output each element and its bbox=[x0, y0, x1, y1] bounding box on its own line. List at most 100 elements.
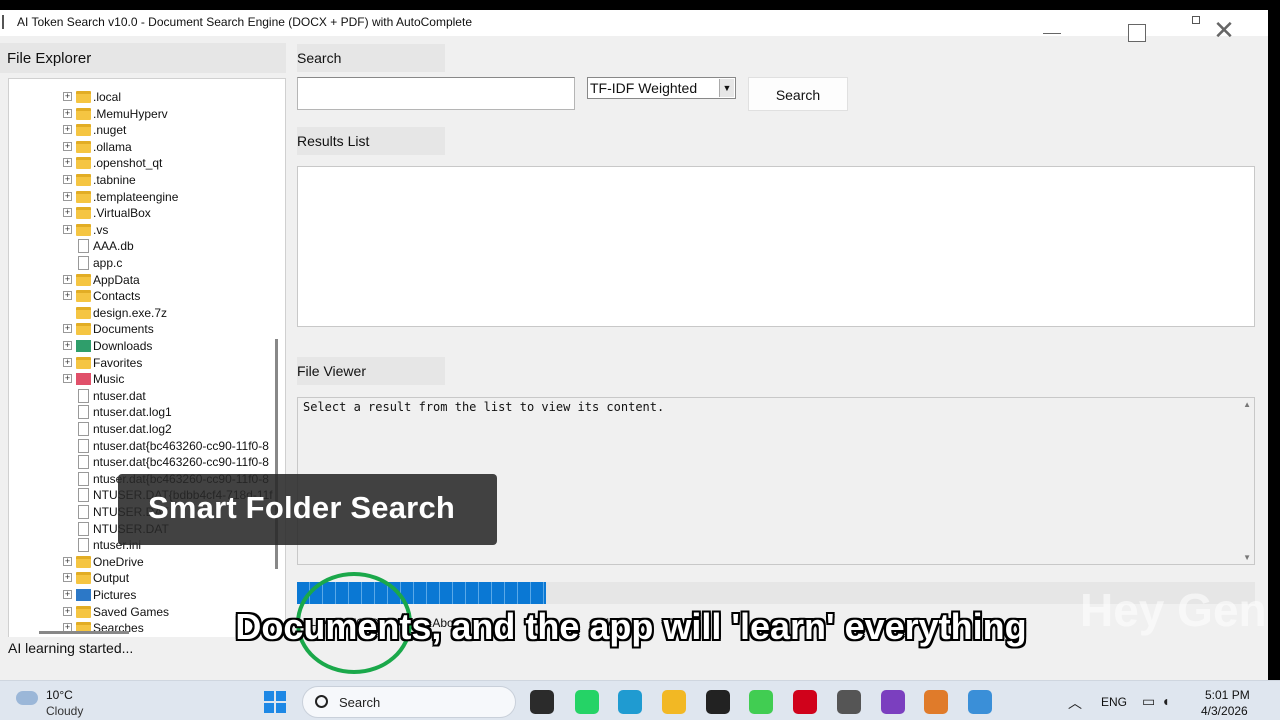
taskbar-app-edge-icon[interactable] bbox=[618, 690, 642, 714]
window-title: AI Token Search v10.0 - Document Search … bbox=[17, 15, 472, 29]
language-indicator[interactable]: ENG bbox=[1101, 695, 1127, 709]
expand-icon[interactable]: + bbox=[63, 191, 72, 201]
taskbar-app-tool-app-icon[interactable] bbox=[837, 690, 861, 714]
documents-folder-icon bbox=[76, 323, 91, 336]
tree-item[interactable]: + .openshot_qt bbox=[9, 155, 279, 172]
minimize-button[interactable] bbox=[1028, 10, 1076, 50]
windows-logo-tile bbox=[264, 703, 274, 713]
tree-item[interactable]: design.exe.7z bbox=[9, 305, 279, 322]
tray-icons[interactable]: ▭◖ bbox=[1142, 693, 1176, 710]
folder-icon bbox=[76, 107, 91, 120]
expand-icon[interactable]: + bbox=[63, 208, 72, 218]
expand-icon[interactable]: + bbox=[63, 357, 72, 367]
tree-item[interactable]: + Documents bbox=[9, 321, 279, 338]
file-tree[interactable]: + .local + .MemuHyperv + .nuget + .ollama + .open… bbox=[8, 78, 286, 640]
results-list[interactable] bbox=[297, 166, 1255, 327]
tree-item[interactable]: ntuser.dat.log2 bbox=[9, 421, 279, 438]
weather-temperature[interactable]: 10°C bbox=[46, 688, 73, 702]
clock-date[interactable]: 4/3/2026 bbox=[1201, 704, 1248, 718]
cloud-icon[interactable] bbox=[16, 691, 38, 705]
taskbar-app-qt-creator-icon[interactable] bbox=[749, 690, 773, 714]
search-icon bbox=[315, 695, 328, 708]
screen: AI Token Search v10.0 - Document Search … bbox=[0, 0, 1280, 720]
tree-item-label: ntuser.dat bbox=[93, 388, 146, 403]
taskbar-app-obs-icon[interactable] bbox=[706, 690, 730, 714]
expand-icon[interactable]: + bbox=[63, 224, 72, 234]
tree-item[interactable]: + Music bbox=[9, 371, 279, 388]
maximize-button[interactable] bbox=[1113, 10, 1161, 50]
tree-item[interactable]: + .ollama bbox=[9, 139, 279, 156]
tree-item[interactable]: + Favorites bbox=[9, 355, 279, 372]
search-label: Search bbox=[297, 44, 445, 72]
tree-item[interactable]: + .nuget bbox=[9, 122, 279, 139]
tree-item[interactable]: ntuser.dat{bc463260-cc90-11f0-8 bbox=[9, 438, 279, 455]
taskbar-search-box[interactable]: Search bbox=[302, 686, 516, 718]
tree-item[interactable]: + .VirtualBox bbox=[9, 205, 279, 222]
expand-icon[interactable]: + bbox=[63, 92, 72, 101]
scroll-up-icon[interactable]: ▲ bbox=[1243, 400, 1251, 409]
tree-item[interactable]: + .tabnine bbox=[9, 172, 279, 189]
tree-item-label: .ollama bbox=[93, 139, 132, 154]
taskbar-app-settings-app-icon[interactable] bbox=[968, 690, 992, 714]
tree-item[interactable]: app.c bbox=[9, 255, 279, 272]
tree-item[interactable]: ntuser.dat{bc463260-cc90-11f0-8 bbox=[9, 454, 279, 471]
expand-icon[interactable]: + bbox=[63, 324, 72, 334]
tree-item[interactable]: + Pictures bbox=[9, 587, 279, 604]
tree-item-label: ntuser.dat.log1 bbox=[93, 405, 172, 420]
tree-item-label: Documents bbox=[93, 322, 154, 337]
scroll-down-icon[interactable]: ▼ bbox=[1243, 553, 1251, 562]
tree-item[interactable]: + .templateengine bbox=[9, 189, 279, 206]
tree-item[interactable]: ntuser.dat.log1 bbox=[9, 404, 279, 421]
folder-icon bbox=[76, 174, 91, 186]
file-icon bbox=[78, 455, 89, 470]
expand-icon[interactable]: + bbox=[63, 291, 72, 301]
close-button[interactable]: ✕ bbox=[1200, 10, 1248, 50]
search-button[interactable]: Search bbox=[748, 77, 848, 111]
top-letterbox bbox=[0, 0, 1280, 10]
tree-item[interactable]: + .local bbox=[9, 89, 279, 106]
expand-icon[interactable]: + bbox=[63, 573, 72, 583]
tree-item-label: Output bbox=[93, 571, 130, 586]
expand-icon[interactable]: + bbox=[63, 556, 72, 566]
expand-icon[interactable]: + bbox=[63, 590, 72, 599]
taskbar-app-recorder-icon[interactable] bbox=[793, 690, 817, 714]
folder-icon bbox=[76, 207, 91, 220]
tree-item[interactable]: + OneDrive bbox=[9, 554, 279, 571]
app-window: AI Token Search v10.0 - Document Search … bbox=[0, 10, 1268, 680]
tree-item[interactable]: + .vs bbox=[9, 222, 279, 239]
tree-item[interactable]: + Contacts bbox=[9, 288, 279, 305]
tree-item-label: ntuser.dat{bc463260-cc90-11f0-8 bbox=[93, 455, 269, 470]
chevron-up-icon[interactable]: ︿ bbox=[1068, 693, 1082, 713]
expand-icon[interactable]: + bbox=[63, 341, 72, 350]
tree-item[interactable]: AAA.db bbox=[9, 238, 279, 255]
taskbar-app-whatsapp-icon[interactable] bbox=[575, 690, 599, 714]
weather-description[interactable]: Cloudy bbox=[46, 704, 83, 718]
taskbar-app-file-viewer-app-icon[interactable] bbox=[530, 690, 554, 714]
expand-icon[interactable]: + bbox=[63, 175, 72, 184]
chevron-down-icon[interactable]: ▼ bbox=[719, 79, 734, 97]
taskbar: 10°C Cloudy Search ︿ ENG ▭◖ 5:01 PM 4/3/… bbox=[0, 680, 1280, 720]
expand-icon[interactable]: + bbox=[63, 141, 72, 151]
search-input[interactable] bbox=[297, 77, 575, 110]
file-icon bbox=[78, 521, 89, 536]
taskbar-app-visual-studio-icon[interactable] bbox=[881, 690, 905, 714]
expand-icon[interactable]: + bbox=[63, 374, 72, 384]
expand-icon[interactable]: + bbox=[63, 158, 72, 168]
expand-icon[interactable]: + bbox=[63, 108, 72, 118]
tree-item[interactable]: + Output bbox=[9, 570, 279, 587]
tree-item[interactable]: + AppData bbox=[9, 272, 279, 289]
tree-item[interactable]: ntuser.dat bbox=[9, 388, 279, 405]
expand-icon[interactable]: + bbox=[63, 125, 72, 135]
folder-icon bbox=[76, 91, 91, 103]
start-button[interactable] bbox=[264, 691, 286, 713]
tree-item-label: ntuser.dat.log2 bbox=[93, 422, 172, 436]
tree-item[interactable]: + Downloads bbox=[9, 338, 279, 355]
taskbar-app-archive-app-icon[interactable] bbox=[924, 690, 948, 714]
ranking-method-select[interactable]: TF-IDF Weighted ▼ bbox=[587, 77, 736, 99]
expand-icon[interactable]: + bbox=[63, 274, 72, 284]
music-folder-icon bbox=[76, 373, 91, 386]
taskbar-app-file-explorer-icon[interactable] bbox=[662, 690, 686, 714]
clock-time[interactable]: 5:01 PM bbox=[1205, 688, 1250, 702]
video-caption: Documents, and the app will 'learn' ever… bbox=[235, 606, 1027, 647]
tree-item[interactable]: + .MemuHyperv bbox=[9, 106, 279, 123]
